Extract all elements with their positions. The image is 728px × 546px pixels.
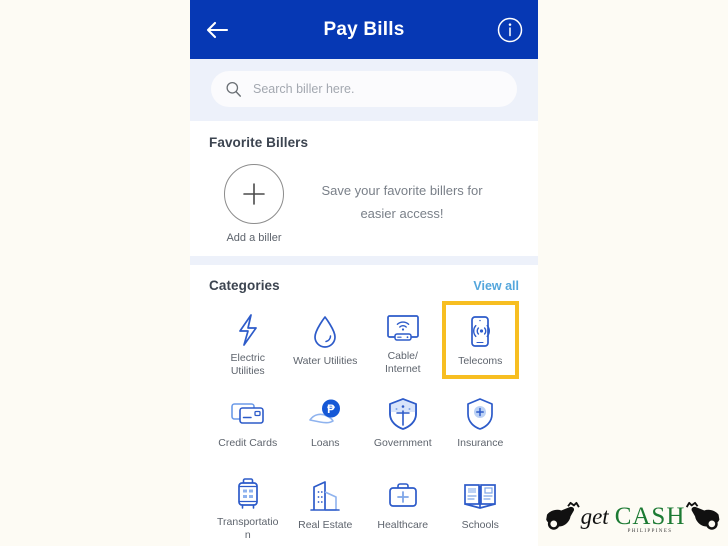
buildings-icon [308, 477, 342, 514]
category-label: Water Utilities [293, 355, 358, 367]
favorite-billers-body: Add a biller Save your favorite billers … [209, 164, 519, 244]
suitcase-icon [234, 477, 262, 511]
category-tile-healthcare[interactable]: Healthcare [364, 465, 442, 543]
add-biller-label: Add a biller [226, 232, 282, 244]
category-tile-real-estate[interactable]: Real Estate [287, 465, 365, 543]
hand-with-money-right-icon [686, 501, 720, 530]
plus-icon [243, 183, 265, 205]
watermark-text: get CASH PHILIPPINES [581, 503, 686, 534]
svg-text:₱: ₱ [327, 404, 335, 416]
watermark-cash-block: CASH PHILIPPINES [615, 503, 686, 534]
category-tile-insurance[interactable]: Insurance [442, 383, 520, 461]
category-label: Healthcare [377, 519, 429, 531]
categories-title: Categories [209, 278, 280, 293]
category-tile-government[interactable]: Government [364, 383, 442, 461]
medical-kit-icon [386, 477, 420, 514]
insurance-shield-icon [465, 395, 495, 432]
search-section [190, 59, 538, 121]
category-label: Government [373, 437, 432, 449]
category-label: Telecoms [458, 355, 503, 367]
category-tile-water-utilities[interactable]: Water Utilities [287, 301, 365, 379]
favorite-billers-title: Favorite Billers [209, 135, 309, 150]
category-label: Electric Utilities [230, 352, 265, 377]
favorite-billers-card: Favorite Billers Add a biller Save your … [190, 121, 538, 256]
category-label: Insurance [457, 437, 504, 449]
category-label: Loans [310, 437, 340, 449]
category-tile-transportation[interactable]: Transportation [209, 465, 287, 543]
favorites-message-line-1: Save your favorite billers for [321, 183, 483, 198]
water-drop-icon [312, 313, 338, 350]
category-label: Transportation [217, 516, 279, 541]
mobile-signal-icon [467, 313, 493, 350]
phone-screen: Pay Bills Favorite Billers [190, 0, 538, 546]
view-all-link[interactable]: View all [473, 279, 519, 293]
section-divider [190, 256, 538, 265]
watermark-sub-text: PHILIPPINES [627, 528, 673, 534]
watermark-get-text: get [580, 503, 609, 529]
watermark: get CASH PHILIPPINES [542, 494, 724, 542]
lightning-bolt-icon [235, 313, 261, 347]
back-button[interactable] [204, 17, 230, 43]
category-tile-telecoms[interactable]: Telecoms [441, 301, 519, 379]
credit-cards-icon [229, 395, 267, 432]
categories-header: Categories View all [209, 278, 519, 293]
tv-router-icon [384, 313, 422, 345]
search-input[interactable] [251, 81, 495, 97]
search-icon [226, 81, 242, 97]
open-book-icon [462, 477, 498, 514]
category-label: Real Estate [298, 519, 353, 531]
categories-grid: Electric Utilities Water Utilities Cable… [209, 301, 519, 543]
info-button[interactable] [496, 16, 524, 44]
page-title: Pay Bills [323, 18, 405, 40]
category-tile-credit-cards[interactable]: Credit Cards [209, 383, 287, 461]
category-tile-cable-internet[interactable]: Cable/ Internet [364, 301, 442, 379]
favorites-empty-message: Save your favorite billers for easier ac… [299, 164, 519, 225]
hand-with-money-left-icon [546, 501, 580, 530]
category-label: Credit Cards [218, 437, 278, 449]
add-biller-circle [224, 164, 284, 224]
government-shield-icon [387, 395, 419, 432]
arrow-left-icon [206, 21, 229, 39]
category-tile-loans[interactable]: ₱ Loans [287, 383, 365, 461]
search-bar[interactable] [211, 71, 517, 107]
add-biller-button[interactable]: Add a biller [209, 164, 299, 244]
categories-card: Categories View all Electric Utilities W… [190, 265, 538, 546]
category-label: Schools [461, 519, 499, 531]
favorites-message-line-2: easier access! [360, 206, 444, 221]
app-bar: Pay Bills [190, 0, 538, 59]
hand-peso-coin-icon: ₱ [306, 395, 344, 432]
watermark-cash-text: CASH [614, 502, 686, 530]
category-tile-electric-utilities[interactable]: Electric Utilities [209, 301, 287, 379]
category-label: Cable/ Internet [384, 350, 421, 375]
info-circle-icon [497, 17, 523, 43]
category-tile-schools[interactable]: Schools [442, 465, 520, 543]
